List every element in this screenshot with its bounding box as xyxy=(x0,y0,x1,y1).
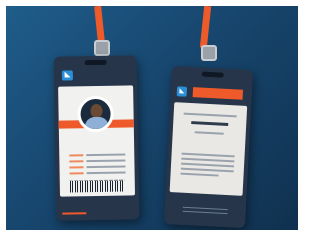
lanyard-clip-left xyxy=(94,40,110,56)
back-heading xyxy=(172,142,245,146)
id-card-back: ◣ xyxy=(163,65,254,229)
profile-photo xyxy=(77,95,114,133)
card-logo: ◣ xyxy=(61,70,76,81)
lanyard-clip-right xyxy=(201,45,217,61)
card-back-panel xyxy=(169,102,248,196)
company-logo-icon: ◣ xyxy=(61,70,73,81)
card-slot xyxy=(201,71,224,78)
id-card-mockup-photo: ◣ ◣ xyxy=(6,6,298,230)
info-fields xyxy=(69,153,126,179)
company-logo-icon: ◣ xyxy=(176,86,188,97)
lanyard-strap-left xyxy=(94,6,105,43)
signature-mark xyxy=(191,121,229,126)
lanyard-strap-right xyxy=(199,6,212,49)
card-front-footer xyxy=(56,201,140,221)
card-back-footer xyxy=(163,193,247,229)
card-front-panel xyxy=(58,85,136,197)
barcode xyxy=(69,179,125,193)
id-card-front: ◣ xyxy=(53,55,140,221)
person-name xyxy=(59,135,134,136)
card-slot xyxy=(84,59,107,66)
person-role xyxy=(59,142,134,143)
